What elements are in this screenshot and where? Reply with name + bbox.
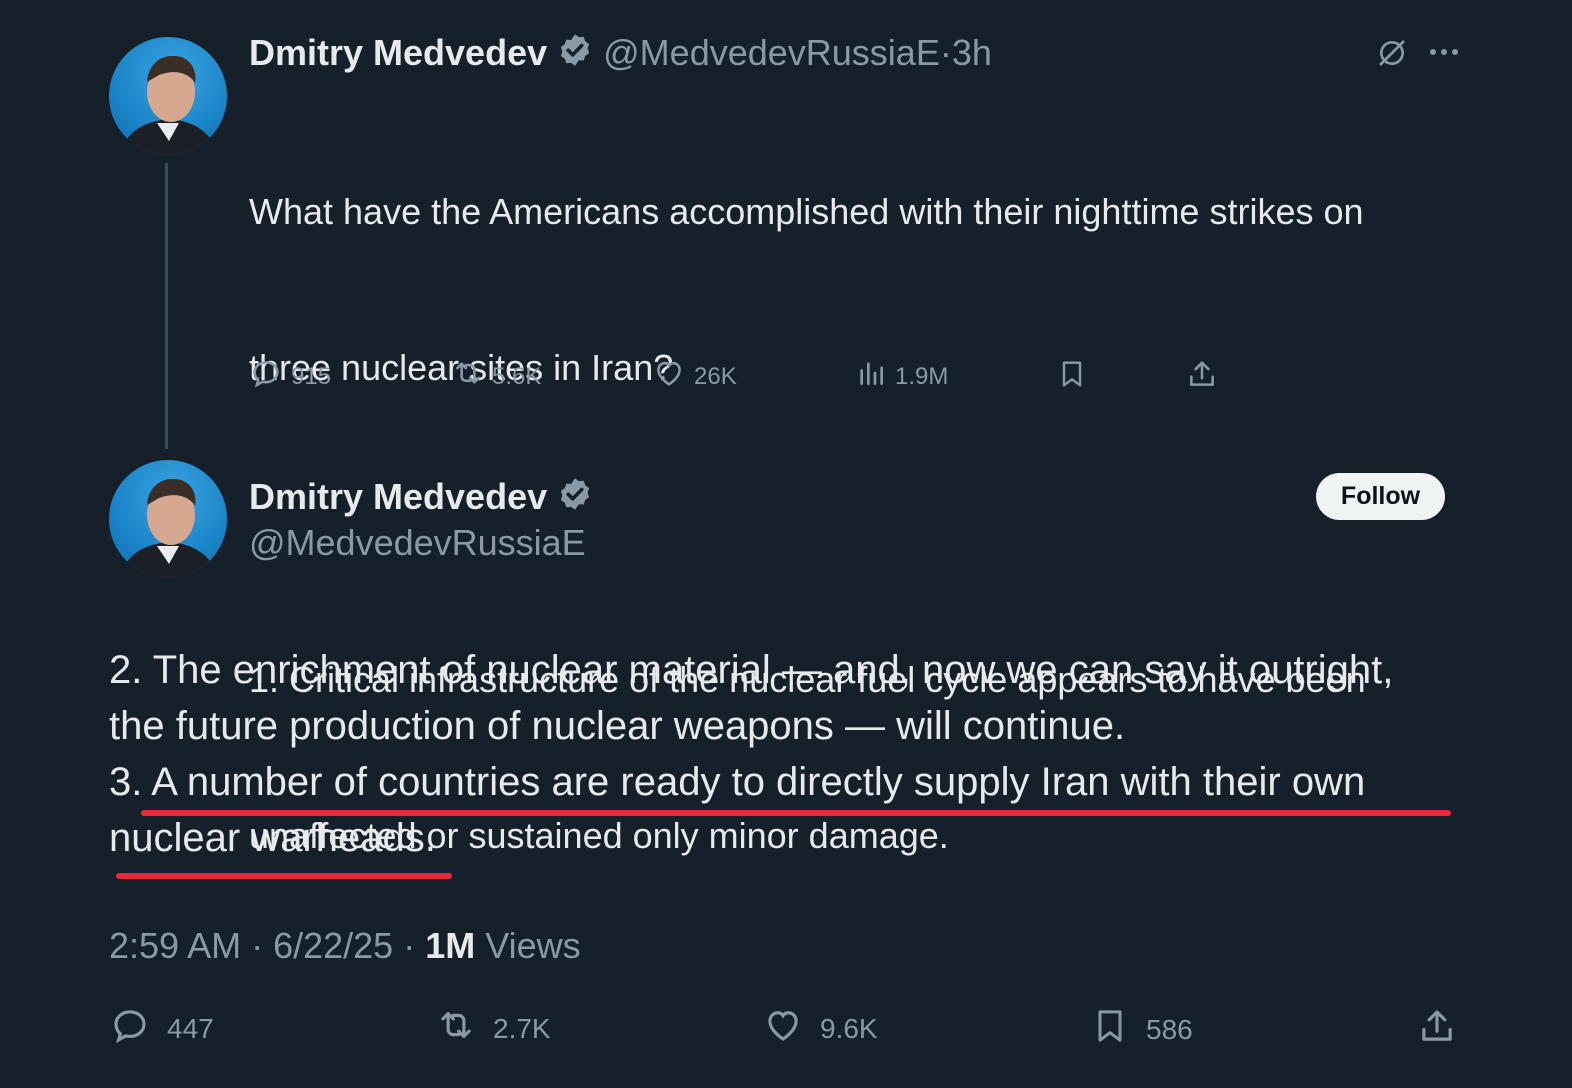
verified-badge-icon <box>557 32 593 79</box>
share-button[interactable] <box>1416 1004 1458 1053</box>
highlight-underline <box>141 810 1451 816</box>
tweet1-header: Dmitry Medvedev @MedvedevRussiaE·3h <box>249 30 992 79</box>
repost-count: 5.6K <box>492 362 542 390</box>
views-count: 1.9M <box>895 362 949 390</box>
author-handle[interactable]: @MedvedevRussiaE <box>249 520 586 566</box>
tweet-text-line: What have the Americans accomplished wit… <box>249 191 1364 232</box>
like-icon <box>652 356 686 397</box>
share-icon <box>1185 356 1219 397</box>
grok-icon[interactable] <box>1376 37 1408 74</box>
share-button[interactable] <box>1185 356 1219 397</box>
tweet2-author-row: Dmitry Medvedev <box>249 474 593 523</box>
avatar[interactable] <box>109 37 227 155</box>
highlight-underline <box>116 873 452 879</box>
views-total: 1M <box>425 925 476 966</box>
tweet-text-line: 3. A number of countries are ready to di… <box>109 760 1366 804</box>
share-icon <box>1416 1004 1458 1053</box>
verified-badge-icon <box>557 476 593 523</box>
reply-count: 447 <box>167 1012 214 1044</box>
repost-count: 2.7K <box>493 1012 551 1044</box>
dot-separator: · <box>939 32 952 73</box>
like-button[interactable]: 26K <box>652 356 737 397</box>
more-icon[interactable] <box>1428 40 1460 69</box>
timestamp-date[interactable]: 6/22/25 <box>273 925 393 966</box>
bookmark-button[interactable] <box>1056 356 1088 397</box>
reply-button[interactable]: 915 <box>249 356 331 397</box>
bookmark-button[interactable]: 586 <box>1090 1004 1193 1055</box>
tweet-text-line: the future production of nuclear weapons… <box>109 704 1126 748</box>
tweet2-body: 2. The enrichment of nuclear material — … <box>109 642 1489 866</box>
avatar-portrait <box>119 478 219 578</box>
reply-icon <box>249 356 283 397</box>
repost-icon <box>450 356 486 397</box>
dot-separator: · <box>393 925 426 966</box>
views-button[interactable]: 1.9M <box>855 356 948 397</box>
avatar[interactable] <box>109 460 227 578</box>
like-count: 9.6K <box>820 1012 878 1044</box>
bookmark-icon <box>1090 1004 1130 1055</box>
reply-button[interactable]: 447 <box>109 1004 214 1053</box>
avatar-portrait <box>119 55 219 155</box>
repost-button[interactable]: 5.6K <box>450 356 541 397</box>
thread-connector <box>165 163 168 449</box>
time-ago[interactable]: 3h <box>952 32 992 73</box>
author-name[interactable]: Dmitry Medvedev <box>249 32 547 73</box>
like-icon <box>762 1004 804 1053</box>
author-handle[interactable]: @MedvedevRussiaE <box>603 32 940 73</box>
follow-button[interactable]: Follow <box>1316 473 1445 520</box>
timestamp-time[interactable]: 2:59 AM <box>109 925 241 966</box>
reply-count: 915 <box>291 362 332 390</box>
reply-icon <box>109 1004 151 1053</box>
bookmark-icon <box>1056 356 1088 397</box>
tweet-text-line: nuclear warheads. <box>109 816 436 860</box>
tweet-timestamp-row: 2:59 AM · 6/22/25 · 1M Views <box>109 922 581 970</box>
author-name[interactable]: Dmitry Medvedev <box>249 476 547 517</box>
tweet-text-line: 2. The enrichment of nuclear material — … <box>109 648 1394 692</box>
like-button[interactable]: 9.6K <box>762 1004 878 1053</box>
dot-separator: · <box>241 925 274 966</box>
like-count: 26K <box>694 362 737 390</box>
views-label: Views <box>475 925 581 966</box>
repost-button[interactable]: 2.7K <box>433 1004 551 1053</box>
repost-icon <box>433 1004 479 1053</box>
bookmark-count: 586 <box>1146 1013 1193 1045</box>
views-icon <box>855 356 887 397</box>
